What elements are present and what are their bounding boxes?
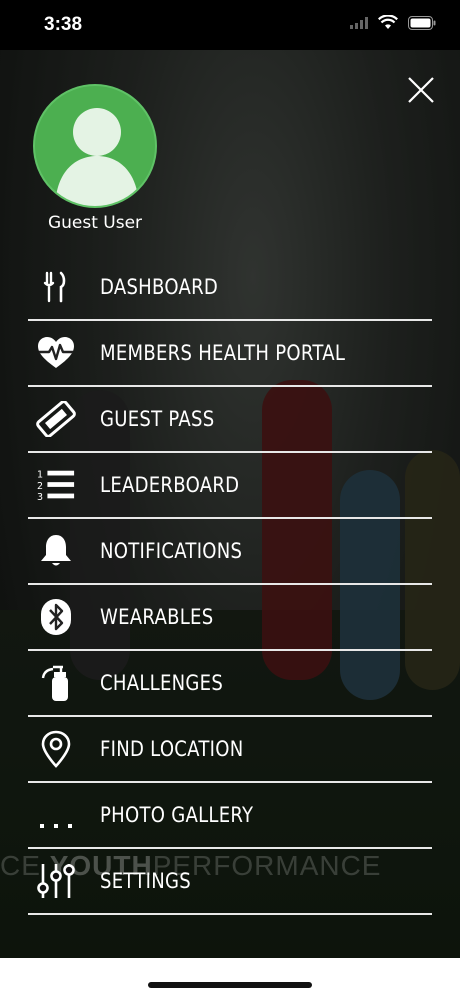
menu-item-label: WEARABLES bbox=[100, 605, 214, 629]
sliders-icon bbox=[36, 863, 76, 899]
menu-item-guest-pass[interactable]: GUEST PASS bbox=[28, 387, 432, 453]
menu-item-label: FIND LOCATION bbox=[100, 737, 244, 761]
nav-menu: DASHBOARD MEMBERS HEALTH PORTAL GUEST PA… bbox=[28, 255, 432, 915]
wifi-icon bbox=[378, 15, 398, 29]
svg-text:1: 1 bbox=[37, 469, 43, 480]
status-bar: 3:38 bbox=[0, 0, 460, 50]
menu-item-dashboard[interactable]: DASHBOARD bbox=[28, 255, 432, 321]
fork-knife-icon bbox=[36, 269, 76, 305]
menu-item-find-location[interactable]: FIND LOCATION bbox=[28, 717, 432, 783]
home-indicator[interactable] bbox=[148, 982, 312, 988]
home-bar bbox=[0, 958, 460, 996]
avatar[interactable] bbox=[33, 84, 157, 208]
status-icons bbox=[350, 15, 436, 30]
ticket-icon bbox=[36, 401, 76, 437]
menu-item-label: MEMBERS HEALTH PORTAL bbox=[100, 341, 346, 365]
menu-item-challenges[interactable]: CHALLENGES bbox=[28, 651, 432, 717]
location-pin-icon bbox=[36, 730, 76, 768]
menu-item-label: LEADERBOARD bbox=[100, 473, 240, 497]
battery-icon bbox=[408, 15, 436, 30]
fire-extinguisher-icon bbox=[36, 665, 76, 701]
status-time: 3:38 bbox=[44, 14, 83, 35]
more-dots-icon bbox=[36, 797, 76, 833]
menu-item-label: NOTIFICATIONS bbox=[100, 539, 243, 563]
menu-item-settings[interactable]: SETTINGS bbox=[28, 849, 432, 915]
menu-item-leaderboard[interactable]: 1 2 3 LEADERBOARD bbox=[28, 453, 432, 519]
menu-item-label: SETTINGS bbox=[100, 869, 191, 893]
user-name: Guest User bbox=[47, 213, 143, 233]
menu-item-members-health-portal[interactable]: MEMBERS HEALTH PORTAL bbox=[28, 321, 432, 387]
bell-icon bbox=[36, 533, 76, 569]
menu-item-photo-gallery[interactable]: PHOTO GALLERY bbox=[28, 783, 432, 849]
menu-item-label: DASHBOARD bbox=[100, 275, 219, 299]
menu-item-label: GUEST PASS bbox=[100, 407, 215, 431]
svg-text:3: 3 bbox=[37, 492, 43, 503]
user-placeholder-icon bbox=[55, 108, 139, 206]
menu-item-notifications[interactable]: NOTIFICATIONS bbox=[28, 519, 432, 585]
ranked-list-icon: 1 2 3 bbox=[36, 467, 76, 503]
menu-item-label: PHOTO GALLERY bbox=[100, 803, 254, 827]
heart-pulse-icon bbox=[36, 335, 76, 371]
close-icon[interactable] bbox=[406, 75, 436, 105]
menu-item-label: CHALLENGES bbox=[100, 671, 224, 695]
side-menu-drawer: CE YOUTHPERFORMANCE Guest User DASHBOARD bbox=[0, 50, 460, 958]
cellular-signal-icon bbox=[350, 16, 368, 29]
svg-text:2: 2 bbox=[37, 481, 43, 492]
menu-item-wearables[interactable]: WEARABLES bbox=[28, 585, 432, 651]
bluetooth-icon bbox=[36, 599, 76, 635]
